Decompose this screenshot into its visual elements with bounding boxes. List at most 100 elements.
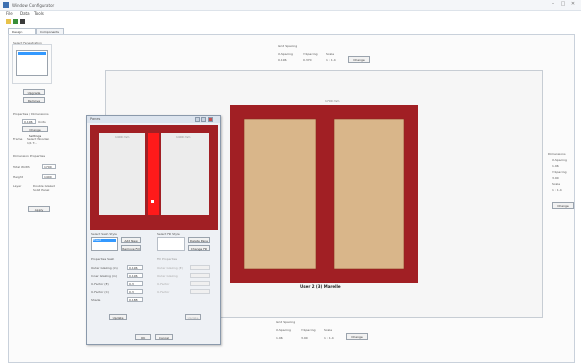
outer-glazing-input[interactable]: 0.196: [127, 265, 143, 270]
bottom-xspacing-value: 1.96: [276, 336, 283, 340]
bottom-scale-label: Scale: [324, 328, 333, 332]
ufactor-e-input[interactable]: 0.3: [127, 281, 143, 286]
inner-glazing-label: Inner Glazing (in): [91, 274, 117, 278]
ok-button[interactable]: OK: [135, 334, 151, 340]
menu-file[interactable]: File: [6, 11, 13, 16]
window-preview-graphic: [230, 105, 418, 283]
bottom-scale-value: 1 : 1.4: [324, 336, 334, 340]
frame-value: Select Wooden 1/1 T...: [27, 137, 50, 145]
dialog-close-icon[interactable]: [208, 117, 213, 122]
delete-pane-button[interactable]: Delete Pane: [188, 237, 210, 243]
new-icon[interactable]: [6, 19, 11, 24]
properties-title: Properties / Dimensions: [13, 112, 49, 116]
right-yspacing-value: 3.90: [552, 176, 559, 180]
dialog-pane-right[interactable]: [161, 133, 209, 215]
window-preview[interactable]: [230, 105, 418, 283]
upgrade-button[interactable]: Upgrade: [23, 89, 45, 95]
change-settings-button[interactable]: Change Settings: [22, 126, 48, 138]
layer-label: Layer: [13, 184, 22, 188]
width-label: Total Width: [13, 165, 30, 169]
update-button[interactable]: Update: [109, 314, 127, 320]
sash-properties-title: Properties Sash: [91, 257, 115, 261]
fill-style-list[interactable]: [157, 237, 185, 251]
dialog-preview[interactable]: [90, 125, 218, 230]
fill-update-button: Update: [185, 314, 201, 320]
unit-field[interactable]: 0.196: [22, 119, 36, 124]
right-panel-title: Dimensions: [548, 152, 566, 156]
close-icon[interactable]: ✕: [569, 1, 577, 8]
add-fill-button[interactable]: Add New Fill: [121, 237, 141, 249]
fill-ufactor-label: U-Factor: [157, 282, 170, 286]
dialog-pane-left-label: 1400 mm: [115, 135, 130, 139]
inner-glazing-input[interactable]: 0.196: [127, 273, 143, 278]
window-pane-left[interactable]: [243, 118, 317, 270]
sash-style-label: Select Sash Style: [91, 232, 117, 236]
menu-data[interactable]: Data: [20, 11, 30, 16]
remove-button[interactable]: Remove: [23, 97, 45, 103]
frame-label: Frame: [13, 137, 23, 141]
dialog-pane-left[interactable]: [99, 133, 145, 215]
save-icon[interactable]: [20, 19, 25, 24]
right-scale-value: 1 : 1.4: [552, 188, 562, 192]
shade-input[interactable]: 0.188: [127, 297, 143, 302]
change-fill-button[interactable]: Change Fill: [188, 245, 210, 251]
fill-outer-glazing-e-input: [190, 265, 210, 270]
top-change-button[interactable]: Change: [348, 56, 370, 63]
canvas-caption: User 2 (3) Marelle: [300, 284, 341, 289]
open-icon[interactable]: [13, 19, 18, 24]
fenestration-list[interactable]: [16, 50, 48, 76]
top-xspacing-label: X-Spacing: [278, 52, 293, 56]
dialog-preview-graphic: [90, 125, 218, 230]
top-grid-title: Grid Spacing: [278, 44, 298, 48]
right-scale-label: Scale: [552, 182, 561, 186]
window-title: Window Configurator: [12, 3, 55, 8]
cancel-button[interactable]: Cancel: [155, 334, 173, 340]
dialog-mullion-handle[interactable]: [151, 200, 154, 203]
sash-style-selected[interactable]: Fixed: [93, 239, 116, 242]
height-label: Height: [13, 175, 23, 179]
ufactor-e-label: U-Factor (E): [91, 282, 109, 286]
bottom-yspacing-label: Y-Spacing: [301, 328, 316, 332]
fenestration-list-selected[interactable]: [18, 52, 46, 55]
dialog-minimize-icon[interactable]: [195, 117, 200, 122]
dialog-pane-right-label: 1400 mm: [176, 135, 191, 139]
bottom-grid-title: Grid Spacing: [276, 320, 296, 324]
top-scale-value: 1 : 1.4: [326, 58, 336, 62]
width-input[interactable]: 1700: [42, 164, 56, 169]
top-scale-label: Scale: [326, 52, 335, 56]
fill-style-label: Select Fill Style: [157, 232, 180, 236]
panes-dialog: Panes 1400 mm 1400 mm Select Sash Style …: [86, 115, 221, 345]
shade-label: Shade: [91, 298, 101, 302]
remove-fill-button[interactable]: Remove Fill: [121, 245, 141, 251]
outer-glazing-label: Outer Glazing (in): [91, 266, 118, 270]
right-xspacing-label: X-Spacing: [552, 158, 567, 162]
fill-outer-glazing-e-label: Outer Glazing (E): [157, 266, 183, 270]
unit-label: Units: [38, 120, 46, 124]
fill-properties-title: Fill Properties: [157, 257, 178, 261]
fill-ufactor-input: [190, 281, 210, 286]
menu-tools[interactable]: Tools: [34, 11, 44, 16]
ufactor-c-label: U-Factor (C): [91, 290, 109, 294]
top-xspacing-value: 0.196: [278, 58, 287, 62]
window-pane-right[interactable]: [333, 118, 405, 270]
sash-style-list[interactable]: Fixed: [91, 237, 118, 251]
fill-outer-glazing-label: Outer Glazing: [157, 274, 178, 278]
bottom-change-button[interactable]: Change: [346, 333, 368, 340]
fill-outer-glazing-input: [190, 273, 210, 278]
ufactor-c-input[interactable]: 0.3: [127, 289, 143, 294]
app-icon: [3, 2, 9, 8]
right-yspacing-label: Y-Spacing: [552, 170, 567, 174]
height-input[interactable]: 1400: [42, 174, 56, 179]
right-change-button[interactable]: Change: [552, 202, 574, 209]
dialog-maximize-icon[interactable]: [201, 117, 206, 122]
apply-button[interactable]: Apply: [28, 206, 50, 212]
bottom-yspacing-value: 3.90: [301, 336, 308, 340]
top-yspacing-value: 0.370: [303, 58, 312, 62]
fill-ufactor-2-label: U-Factor: [157, 290, 170, 294]
maximize-icon[interactable]: □: [559, 1, 567, 8]
title-bar: [0, 0, 581, 11]
bottom-xspacing-label: X-Spacing: [276, 328, 291, 332]
layer-value: Double Glazed Solid Panel: [33, 184, 55, 192]
dimension-title: Dimension Properties: [13, 154, 46, 158]
minimize-icon[interactable]: –: [549, 1, 557, 8]
